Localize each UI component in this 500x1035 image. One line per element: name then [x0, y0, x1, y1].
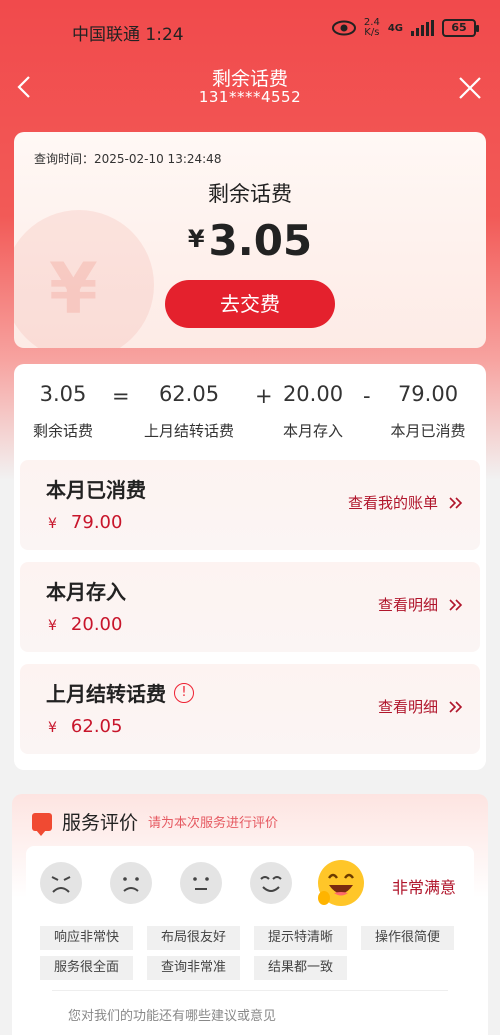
view-details-link[interactable]: 查看明细 — [378, 594, 464, 615]
equals-sign: = — [112, 384, 130, 408]
exclamation-info-icon[interactable]: ! — [174, 682, 194, 703]
balance-value: 3.05 — [208, 216, 313, 265]
formula-item-remaining: 3.05 剩余话费 — [28, 382, 98, 441]
satisfied-face-icon[interactable] — [250, 862, 292, 904]
evaluation-subtitle: 请为本次服务进行评价 — [148, 816, 279, 831]
row-consumed[interactable]: 本月已消费 ¥79.00 查看我的账单 — [20, 460, 480, 550]
signal-icon — [411, 20, 434, 36]
tag-accurate-query[interactable]: 查询非常准 — [147, 956, 241, 980]
balance-label: 剩余话费 — [208, 182, 292, 206]
very-dissatisfied-face-icon[interactable] — [40, 862, 82, 904]
row-title: 上月结转话费! — [46, 678, 194, 707]
row-title-text: 上月结转话费 — [46, 682, 166, 706]
tag-friendly-layout[interactable]: 布局很友好 — [147, 926, 241, 950]
currency-symbol: ¥ — [48, 720, 57, 736]
message-icon — [32, 812, 52, 836]
watermark: 美美哒48 — [424, 1011, 480, 1026]
eye-icon — [331, 20, 356, 36]
balance-amount: ¥3.05 — [14, 216, 486, 265]
link-label: 查看我的账单 — [347, 494, 438, 512]
double-chevron-right-icon — [449, 598, 463, 611]
amount-value: 20.00 — [70, 614, 123, 635]
view-bill-link[interactable]: 查看我的账单 — [348, 492, 464, 513]
link-label: 查看明细 — [377, 596, 438, 614]
row-title: 本月已消费 — [46, 474, 146, 503]
formula-value: 79.00 — [397, 382, 459, 406]
minus-sign: - — [363, 384, 371, 408]
carrier-time: 中国联通 1:24 — [72, 25, 184, 45]
page-title: 剩余话费 — [211, 68, 288, 90]
formula-item-carryover: 62.05 上月结转话费 — [136, 382, 242, 441]
row-title: 本月存入 — [46, 576, 126, 605]
formula-item-deposit: 20.00 本月存入 — [278, 382, 348, 441]
pay-button[interactable]: 去交费 — [165, 280, 335, 328]
rating-panel: 非常满意 响应非常快 布局很友好 提示特清晰 操作很简便 服务很全面 查询非常准… — [26, 846, 474, 1035]
tag-comprehensive-service[interactable]: 服务很全面 — [40, 956, 134, 980]
battery-icon: 65 — [442, 19, 479, 37]
amount-value: 62.05 — [70, 716, 123, 737]
formula-value: 62.05 — [158, 382, 220, 406]
formula-item-consumed: 79.00 本月已消费 — [384, 382, 472, 441]
breakdown-card: 3.05 剩余话费 = 62.05 上月结转话费 + 20.00 本月存入 - … — [14, 364, 486, 770]
neutral-face-icon[interactable] — [180, 862, 222, 904]
phone-number: 131****4552 — [198, 88, 302, 106]
formula-label: 本月存入 — [282, 422, 343, 440]
evaluation-title: 服务评价 — [62, 812, 139, 834]
row-title-text: 本月存入 — [46, 580, 126, 604]
row-deposit[interactable]: 本月存入 ¥20.00 查看明细 — [20, 562, 480, 652]
speed-unit: K/s — [364, 27, 380, 38]
network-speed: 2.4 K/s — [364, 18, 380, 38]
row-carryover[interactable]: 上月结转话费! ¥62.05 查看明细 — [20, 664, 480, 754]
balance-card: ¥ 查询时间：2025-02-10 13:24:48 剩余话费 ¥3.05 去交… — [14, 132, 486, 348]
view-details-link[interactable]: 查看明细 — [378, 696, 464, 717]
plus-sign: + — [255, 384, 273, 408]
amount-value: 79.00 — [70, 512, 123, 533]
currency-symbol: ¥ — [48, 618, 57, 634]
network-type: 4G — [387, 22, 403, 34]
row-title-text: 本月已消费 — [46, 478, 146, 502]
query-time: 查询时间：2025-02-10 13:24:48 — [34, 152, 222, 166]
dissatisfied-face-icon[interactable] — [110, 862, 152, 904]
feedback-input[interactable]: 您对我们的功能还有哪些建议或意见 — [52, 990, 448, 1030]
close-icon[interactable] — [458, 76, 482, 100]
status-icons: 2.4 K/s 4G 65 — [331, 18, 479, 38]
link-label: 查看明细 — [377, 698, 438, 716]
formula-value: 20.00 — [282, 382, 344, 406]
service-evaluation-card: 服务评价 请为本次服务进行评价 非常满意 响应非常快 布局很友好 提示特清晰 操… — [12, 794, 488, 1035]
formula-label: 上月结转话费 — [143, 422, 234, 440]
tag-clear-prompts[interactable]: 提示特清晰 — [254, 926, 348, 950]
status-bar: 中国联通 1:24 2.4 K/s 4G 65 — [0, 0, 500, 60]
very-satisfied-face-icon[interactable] — [316, 858, 366, 908]
tag-consistent-results[interactable]: 结果都一致 — [254, 956, 348, 980]
row-amount: ¥62.05 — [48, 716, 122, 737]
row-amount: ¥79.00 — [48, 512, 122, 533]
evaluation-header: 服务评价 请为本次服务进行评价 — [32, 808, 279, 836]
formula-value: 3.05 — [39, 382, 87, 406]
feedback-placeholder: 您对我们的功能还有哪些建议或意见 — [68, 1009, 277, 1024]
double-chevron-right-icon — [449, 700, 463, 713]
rating-label: 非常满意 — [392, 878, 457, 897]
tag-easy-operation[interactable]: 操作很简便 — [361, 926, 455, 950]
row-amount: ¥20.00 — [48, 614, 122, 635]
formula-label: 本月已消费 — [390, 422, 466, 440]
double-chevron-right-icon — [449, 496, 463, 509]
tag-fast-response[interactable]: 响应非常快 — [40, 926, 134, 950]
battery-level: 65 — [451, 21, 467, 34]
currency-symbol: ¥ — [48, 516, 57, 532]
formula-label: 剩余话费 — [32, 422, 93, 440]
balance-formula: 3.05 剩余话费 = 62.05 上月结转话费 + 20.00 本月存入 - … — [14, 382, 486, 452]
currency-symbol: ¥ — [187, 225, 205, 253]
nav-bar: 剩余话费 131****4552 — [0, 60, 500, 114]
